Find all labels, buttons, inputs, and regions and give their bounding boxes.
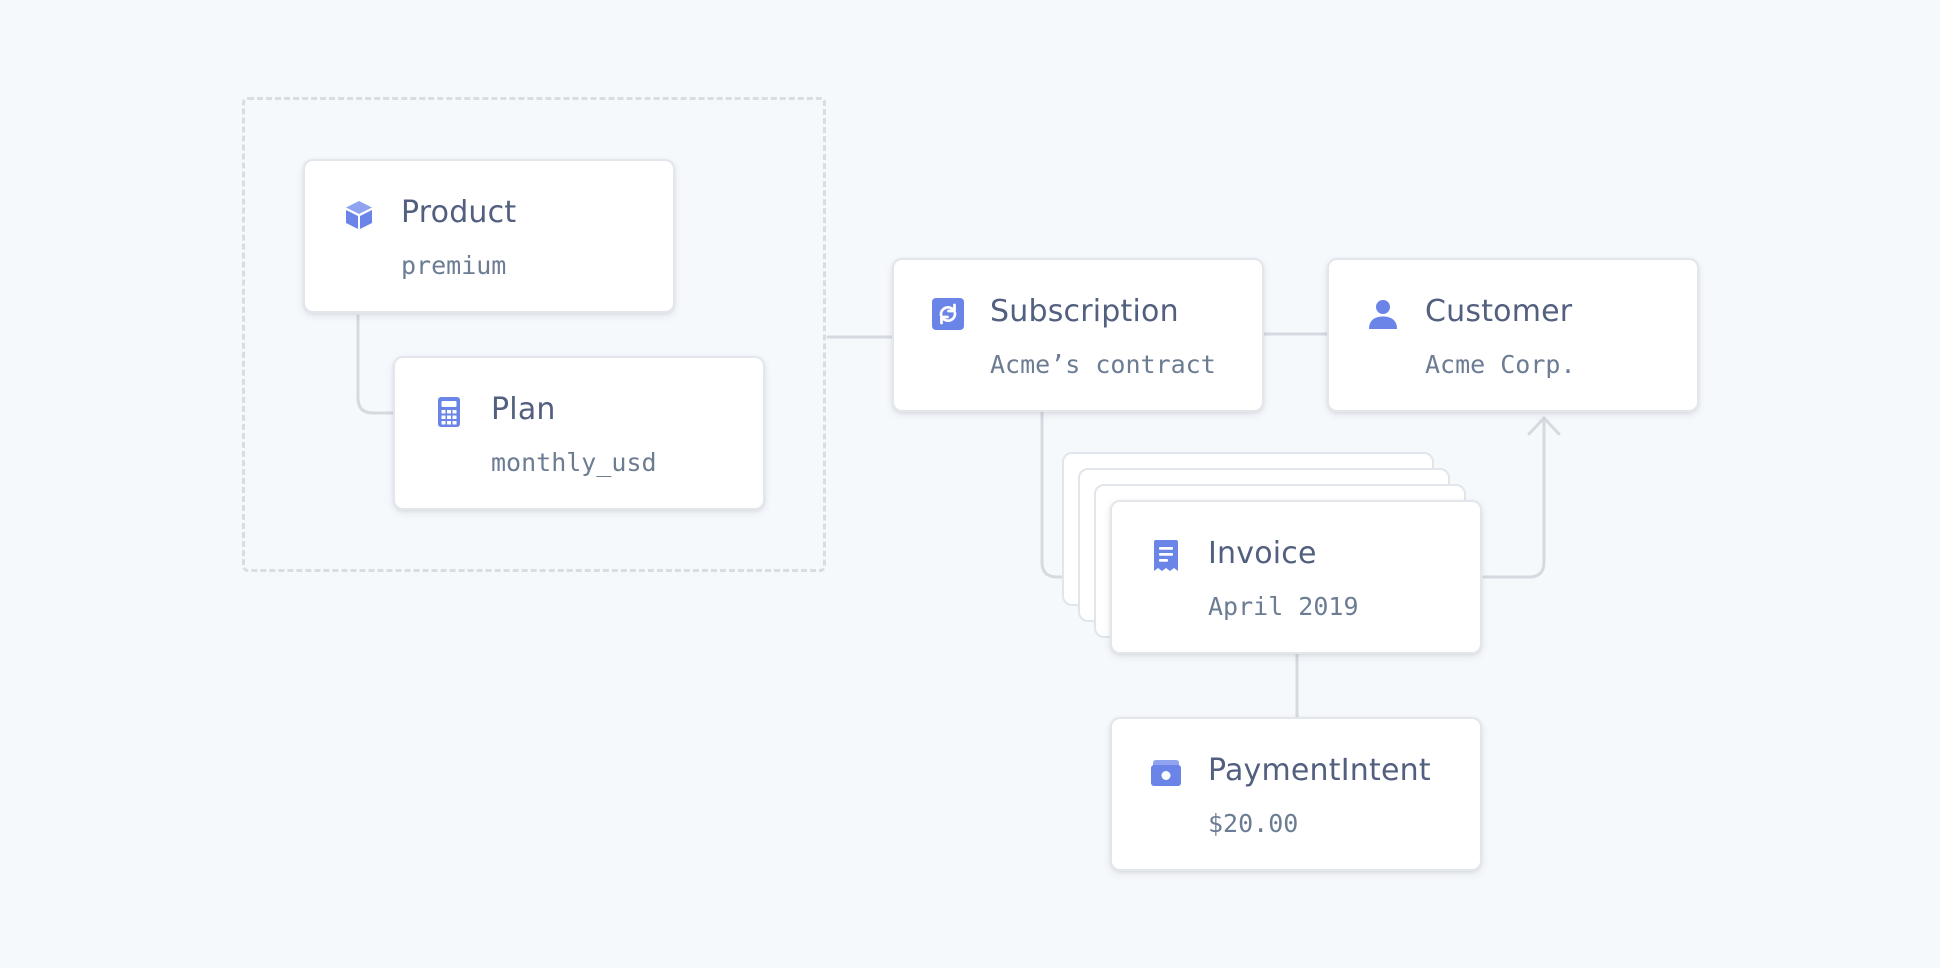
product-subtitle: premium [401,251,507,280]
payment-icon [1150,757,1182,789]
recurring-icon [932,298,964,330]
customer-subtitle: Acme Corp. [1425,350,1576,379]
calculator-icon [433,396,465,428]
product-title: Product [401,195,517,230]
invoice-title: Invoice [1208,536,1317,571]
customer-title: Customer [1425,294,1573,329]
invoice-card[interactable]: Invoice April 2019 [1110,500,1482,654]
receipt-icon [1150,540,1182,572]
subscription-card[interactable]: Subscription Acme’s contract [892,258,1264,412]
box-icon [343,199,375,231]
subscription-title: Subscription [990,294,1179,329]
payment-intent-card[interactable]: PaymentIntent $20.00 [1110,717,1482,871]
connector-invoice-customer [1482,416,1546,579]
product-card[interactable]: Product premium [303,159,675,313]
plan-title: Plan [491,392,556,427]
plan-subtitle: monthly_usd [491,448,657,477]
customer-card[interactable]: Customer Acme Corp. [1327,258,1699,412]
plan-card[interactable]: Plan monthly_usd [393,356,765,510]
payment-intent-title: PaymentIntent [1208,753,1431,788]
person-icon [1367,298,1399,330]
invoice-subtitle: April 2019 [1208,592,1359,621]
payment-intent-subtitle: $20.00 [1208,809,1299,838]
subscription-subtitle: Acme’s contract [990,350,1216,379]
